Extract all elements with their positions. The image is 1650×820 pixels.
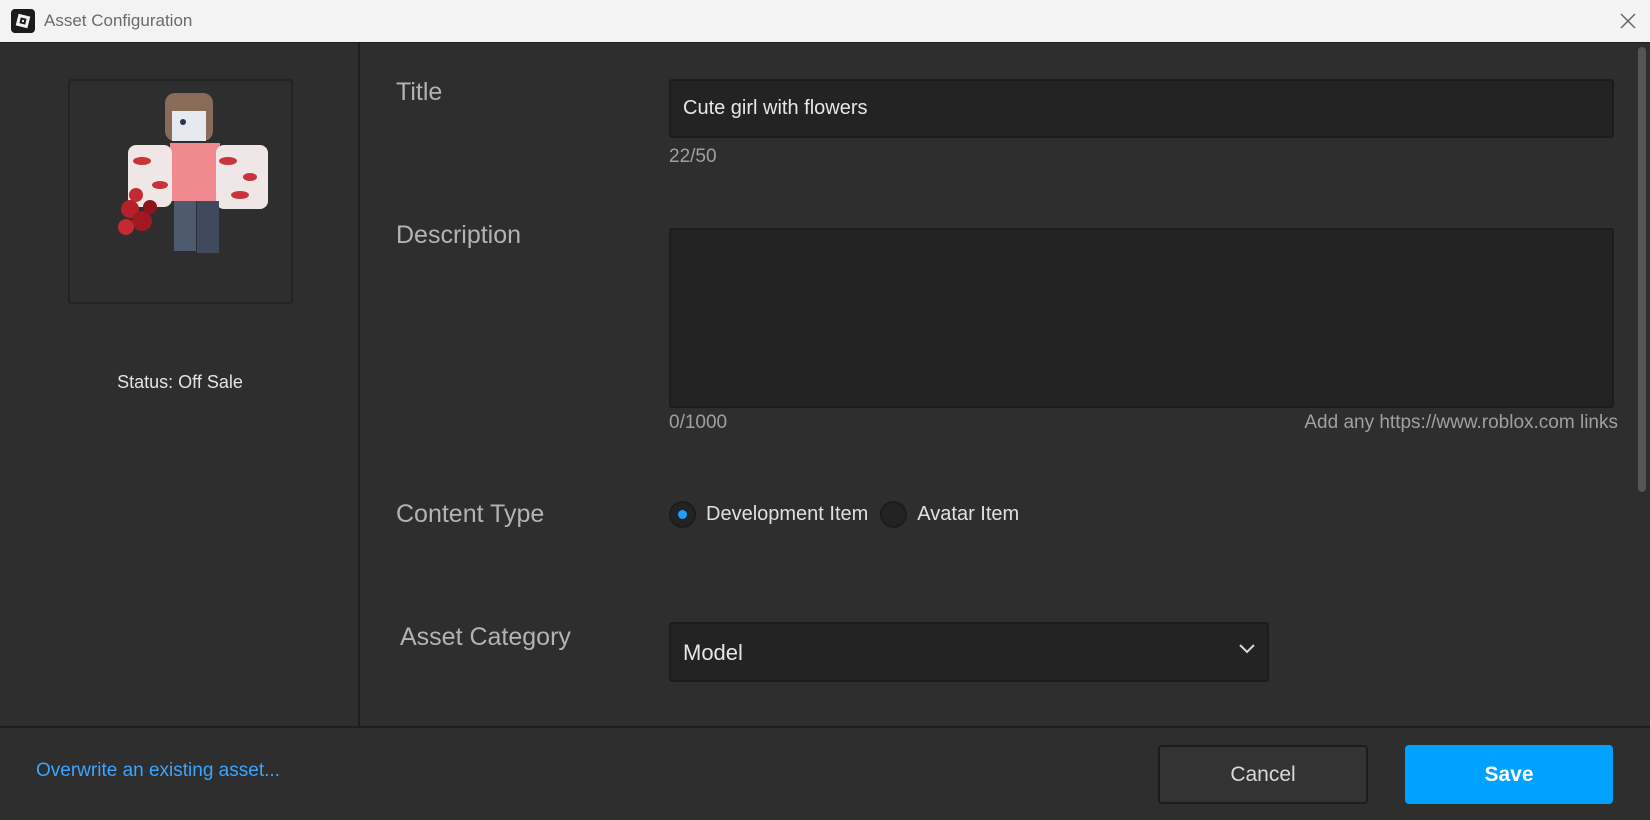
window-title: Asset Configuration xyxy=(44,11,193,30)
radio-label: Avatar Item xyxy=(917,502,1020,525)
asset-category-dropdown[interactable]: Model xyxy=(669,622,1269,682)
description-input[interactable] xyxy=(669,228,1614,408)
title-char-counter: 22/50 xyxy=(669,146,717,167)
asset-category-label: Asset Category xyxy=(400,623,571,651)
description-label: Description xyxy=(396,221,522,249)
chevron-down-icon xyxy=(1239,644,1255,654)
close-icon xyxy=(1620,13,1636,29)
window-titlebar: Asset Configuration xyxy=(0,0,1650,43)
title-input[interactable]: Cute girl with flowers xyxy=(669,79,1614,138)
description-char-counter: 0/1000 xyxy=(669,412,728,433)
asset-form: Title Cute girl with flowers 22/50 Descr… xyxy=(362,43,1650,726)
cancel-button[interactable]: Cancel xyxy=(1158,745,1368,804)
avatar-preview-image xyxy=(118,93,268,253)
radio-label: Development Item xyxy=(706,502,869,525)
sale-status: Status: Off Sale xyxy=(117,372,243,392)
roblox-studio-icon xyxy=(11,9,35,33)
asset-thumbnail xyxy=(68,79,293,304)
radio-avatar-item[interactable]: Avatar Item xyxy=(880,500,1020,528)
description-hint: Add any https://www.roblox.com links xyxy=(1304,412,1618,433)
asset-preview-panel: Status: Off Sale xyxy=(0,43,360,726)
content-type-label: Content Type xyxy=(396,500,545,528)
dialog-footer: Overwrite an existing asset... Cancel Sa… xyxy=(0,726,1650,820)
asset-category-value: Model xyxy=(683,640,743,665)
vertical-scrollbar[interactable] xyxy=(1638,47,1646,492)
save-button[interactable]: Save xyxy=(1405,745,1613,804)
content-type-radio-group: Development Item Avatar Item xyxy=(669,499,1031,529)
radio-selected-icon xyxy=(669,500,696,528)
radio-unselected-icon xyxy=(880,500,908,528)
overwrite-existing-asset-link[interactable]: Overwrite an existing asset... xyxy=(36,760,280,782)
close-button[interactable] xyxy=(1604,0,1650,42)
radio-development-item[interactable]: Development Item xyxy=(669,500,869,528)
title-label: Title xyxy=(396,78,443,106)
